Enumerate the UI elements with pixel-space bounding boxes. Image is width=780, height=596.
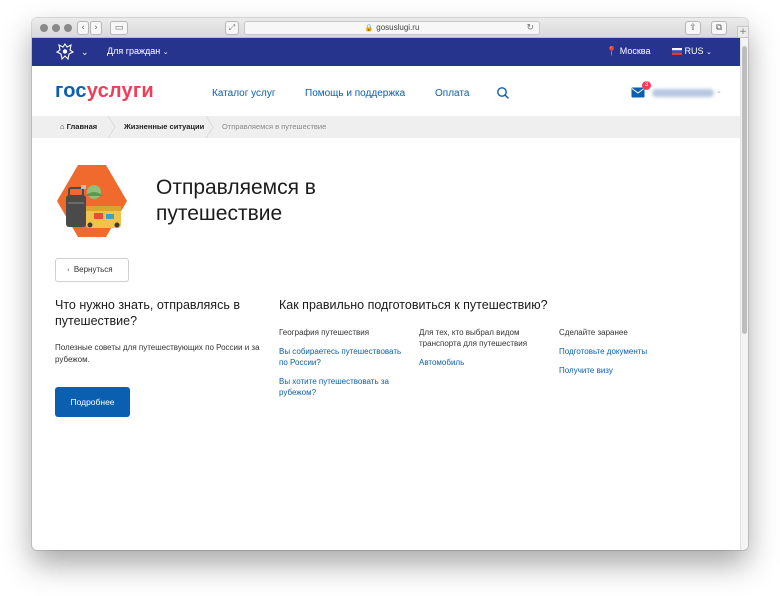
breadcrumb-separator xyxy=(206,116,214,138)
zoom-window-button[interactable] xyxy=(64,24,72,32)
sidebar-icon[interactable]: ▭ xyxy=(110,21,128,35)
breadcrumb: ⌂ Главная Жизненные ситуации Отправляемс… xyxy=(32,116,748,138)
minimize-window-button[interactable] xyxy=(52,24,60,32)
column-label: Для тех, кто выбрал видом транспорта для… xyxy=(419,328,528,348)
link-visa[interactable]: Получите визу xyxy=(559,365,689,376)
suitcase-icon xyxy=(57,165,127,237)
reload-icon[interactable]: ↻ xyxy=(526,22,534,34)
language-select[interactable]: RUS ⌄ xyxy=(672,46,712,56)
location-select[interactable]: 📍 Москва xyxy=(606,46,650,57)
close-window-button[interactable] xyxy=(40,24,48,32)
user-name-blurred[interactable] xyxy=(652,89,714,97)
back-icon[interactable]: ‹ xyxy=(77,21,89,35)
lock-icon: 🔒 xyxy=(364,24,374,32)
chevron-left-icon: ‹ xyxy=(67,266,70,274)
share-icon[interactable]: ⇪ xyxy=(685,21,701,35)
search-icon[interactable] xyxy=(496,86,510,100)
left-heading: Что нужно знать, отправляясь в путешеств… xyxy=(55,298,240,328)
left-text: Полезные советы для путешествующих по Ро… xyxy=(55,343,260,364)
column-label: Сделайте заранее xyxy=(559,328,628,337)
forward-icon[interactable]: › xyxy=(90,21,102,35)
column-label: География путешествия xyxy=(279,328,370,337)
tabs-icon[interactable]: ⧉ xyxy=(711,21,727,35)
breadcrumb-separator xyxy=(108,116,116,138)
nav-help[interactable]: Помощь и поддержка xyxy=(305,88,405,99)
chevron-down-icon[interactable]: ⌄ xyxy=(716,87,722,95)
zoom-icon[interactable]: ⤢ xyxy=(225,21,239,35)
scrollbar-thumb[interactable] xyxy=(742,46,747,334)
url-text: gosuslugi.ru xyxy=(376,23,420,32)
link-travel-abroad[interactable]: Вы хотите путешествовать за рубежом? xyxy=(279,376,407,398)
nav-catalog[interactable]: Каталог услуг xyxy=(212,88,276,99)
breadcrumb-current: Отправляемся в путешествие xyxy=(222,122,327,131)
browser-toolbar: ‹ › ▭ ⤢ 🔒 gosuslugi.ru ↻ ⇪ ⧉ xyxy=(32,18,748,38)
gov-top-bar: ⌄ Для граждан ⌄ 📍 Москва RUS ⌄ xyxy=(32,38,748,66)
site-header: госуслуги Каталог услуг Помощь и поддерж… xyxy=(32,66,748,116)
link-car[interactable]: Автомобиль xyxy=(419,357,544,368)
nav-payment[interactable]: Оплата xyxy=(435,88,469,99)
chevron-down-icon[interactable]: ⌄ xyxy=(81,48,89,58)
coat-of-arms-icon[interactable] xyxy=(54,42,76,62)
home-icon: ⌂ xyxy=(60,122,65,131)
link-documents[interactable]: Подготовьте документы xyxy=(559,346,689,357)
breadcrumb-home[interactable]: ⌂ Главная xyxy=(60,116,97,138)
link-travel-russia[interactable]: Вы собираетесь путешествовать по России? xyxy=(279,346,407,368)
mail-count-badge: 3 xyxy=(642,81,651,90)
page-title: Отправляемся в путешествие xyxy=(156,176,316,225)
ru-flag-icon xyxy=(672,48,682,55)
chevron-down-icon: ⌄ xyxy=(162,48,169,56)
audience-select[interactable]: Для граждан ⌄ xyxy=(107,46,169,56)
browser-window: ‹ › ▭ ⤢ 🔒 gosuslugi.ru ↻ ⇪ ⧉ ⌄ Для гражда… xyxy=(32,18,748,550)
location-pin-icon: 📍 xyxy=(606,46,618,56)
right-heading: Как правильно подготовиться к путешестви… xyxy=(279,298,548,312)
gosuslugi-logo[interactable]: госуслуги xyxy=(55,80,154,103)
chevron-down-icon: ⌄ xyxy=(706,48,712,56)
screenshot-stage: ‹ › ▭ ⤢ 🔒 gosuslugi.ru ↻ ⇪ ⧉ ⌄ Для гражда… xyxy=(0,0,780,596)
address-bar[interactable]: 🔒 gosuslugi.ru ↻ xyxy=(244,21,540,35)
breadcrumb-life-situations[interactable]: Жизненные ситуации xyxy=(124,116,204,138)
plus-icon[interactable]: + xyxy=(737,26,749,38)
back-button[interactable]: ‹ Вернуться xyxy=(55,258,129,282)
more-button[interactable]: Подробнее xyxy=(55,387,130,417)
